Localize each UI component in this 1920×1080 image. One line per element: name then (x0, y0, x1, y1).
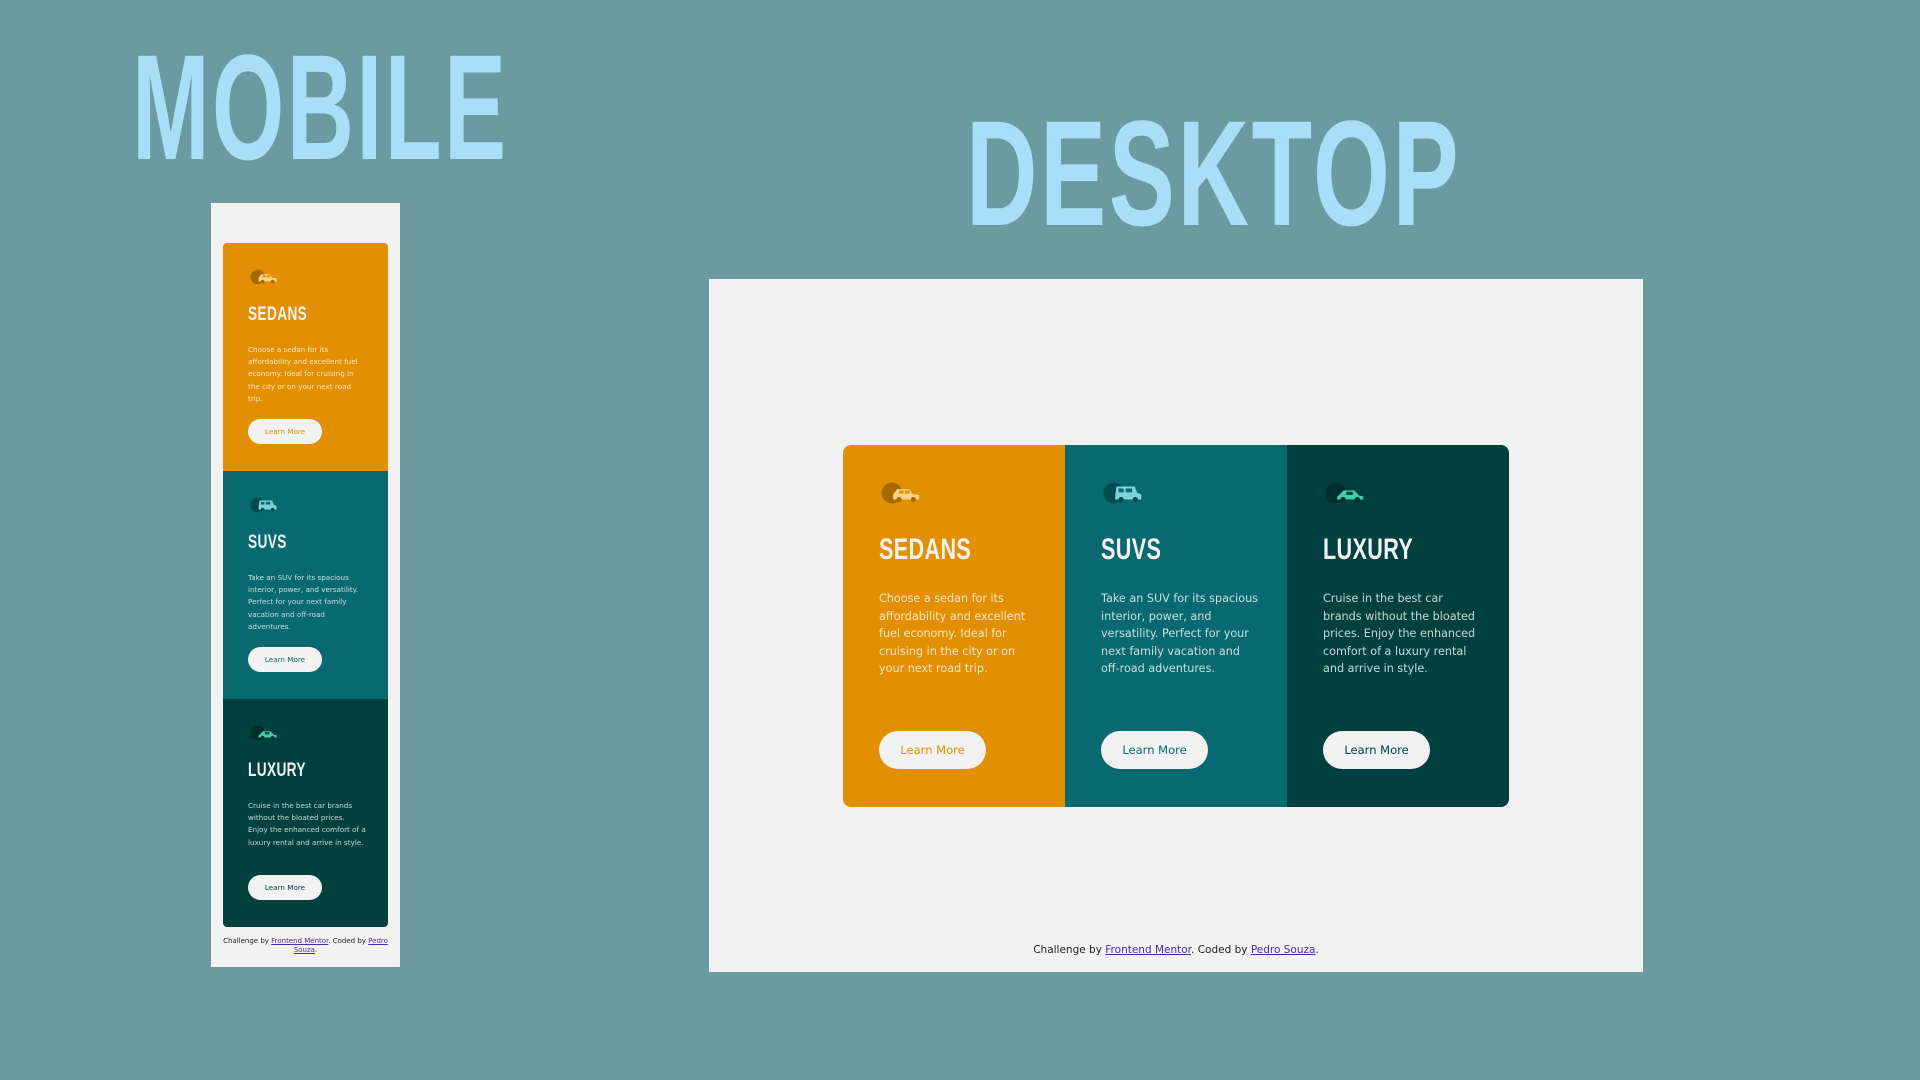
suv-car-icon (1103, 482, 1142, 504)
author-link[interactable]: Pedro Souza (1251, 944, 1316, 956)
attribution: Challenge by Frontend Mentor. Coded by P… (1033, 944, 1319, 956)
frontend-mentor-link[interactable]: Frontend Mentor (271, 937, 328, 945)
learn-more-button[interactable]: Learn More (248, 875, 322, 900)
learn-more-button[interactable]: Learn More (879, 731, 986, 769)
card-title: LUXURY (1323, 533, 1414, 566)
luxury-car-icon (250, 725, 277, 741)
frontend-mentor-link[interactable]: Frontend Mentor (1105, 944, 1191, 956)
card-title: SEDANS (248, 304, 308, 325)
sedan-car-icon (881, 482, 920, 504)
attribution: Challenge by Frontend Mentor. Coded by P… (223, 937, 388, 954)
card-title: SUVS (1101, 533, 1162, 566)
sedans-card: SEDANS Choose a sedan for its affordabil… (843, 445, 1065, 807)
suvs-card: SUVS Take an SUV for its spacious interi… (1065, 445, 1287, 807)
mobile-preview: SEDANS Choose a sedan for its affordabil… (211, 203, 400, 967)
card-title: LUXURY (248, 760, 306, 781)
luxury-card: LUXURY Cruise in the best car brands wit… (1287, 445, 1509, 807)
suv-car-icon (250, 497, 277, 513)
luxury-card: LUXURY Cruise in the best car brands wit… (223, 699, 388, 927)
card-description: Take an SUV for its spacious interior, p… (248, 573, 359, 631)
card-title: SUVS (248, 532, 287, 553)
learn-more-button[interactable]: Learn More (1101, 731, 1208, 769)
learn-more-button[interactable]: Learn More (1323, 731, 1430, 769)
desktop-preview: SEDANS Choose a sedan for its affordabil… (709, 279, 1643, 972)
card-description: Cruise in the best car brands without th… (248, 801, 366, 847)
card-description: Choose a sedan for its affordability and… (248, 345, 358, 403)
learn-more-button[interactable]: Learn More (248, 419, 322, 444)
learn-more-button[interactable]: Learn More (248, 647, 322, 672)
card-description: Cruise in the best car brands without th… (1323, 592, 1476, 675)
card-description: Choose a sedan for its affordability and… (879, 592, 1026, 675)
suvs-card: SUVS Take an SUV for its spacious interi… (223, 471, 388, 699)
mobile-heading: MOBILE (132, 23, 509, 191)
desktop-heading: DESKTOP (966, 89, 1462, 257)
sedan-car-icon (250, 269, 277, 285)
card-title: SEDANS (879, 533, 972, 566)
card-description: Take an SUV for its spacious interior, p… (1101, 592, 1258, 675)
sedans-card: SEDANS Choose a sedan for its affordabil… (223, 243, 388, 471)
luxury-car-icon (1325, 482, 1364, 504)
